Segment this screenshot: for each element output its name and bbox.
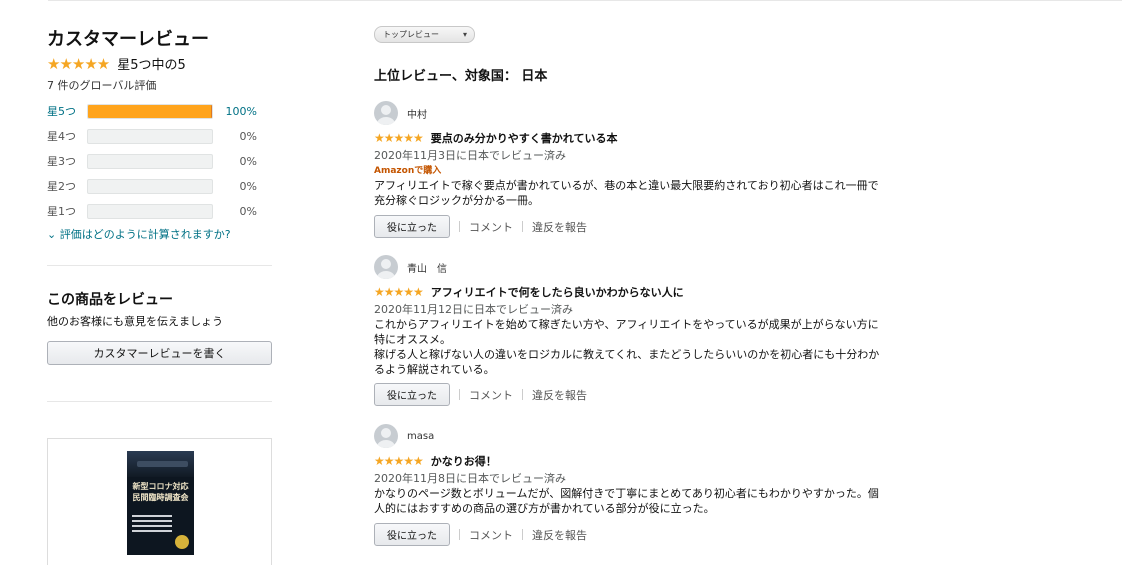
review-actions: 役に立った コメント 違反を報告: [374, 383, 587, 406]
histogram-row-1: 星1つ 0%: [47, 203, 262, 219]
reviewer-name: masa: [407, 430, 435, 442]
comment-link[interactable]: コメント: [469, 219, 513, 235]
review-date: 2020年11月8日に日本でレビュー済み: [374, 472, 566, 485]
histogram-row-5[interactable]: 星5つ 100%: [47, 103, 262, 119]
top-divider: [48, 0, 1122, 1]
product-cover-image[interactable]: 新型コロナ対応 民間臨時調査会: [127, 451, 194, 555]
chevron-down-icon: ▾: [462, 30, 467, 39]
histogram-label: 星1つ: [47, 205, 76, 218]
sort-dropdown[interactable]: トップレビュー ▾: [374, 26, 475, 43]
review-body: アフィリエイトで稼ぐ要点が書かれているが、巷の本と違い最大限要約されており初心者…: [374, 179, 879, 207]
section-divider: [47, 265, 272, 266]
section-divider: [47, 401, 272, 402]
histogram-row-2: 星2つ 0%: [47, 178, 262, 194]
review-body: これからアフィリエイトを始めて稼ぎたい方や、アフィリエイトをやっているが成果が上…: [374, 318, 880, 376]
star-rating-icon: ★★★★★: [47, 54, 110, 73]
histogram-percent: 100%: [225, 104, 257, 118]
sort-selected-value: トップレビュー: [383, 30, 439, 39]
histogram-percent: 0%: [239, 154, 257, 168]
review-date: 2020年11月12日に日本でレビュー済み: [374, 303, 573, 316]
action-separator: [459, 389, 460, 400]
report-abuse-link[interactable]: 違反を報告: [532, 219, 587, 235]
reviewer-name: 中村: [407, 109, 427, 121]
avatar-icon: [374, 255, 398, 279]
cover-title: 新型コロナ対応 民間臨時調査会: [132, 481, 189, 502]
review-headline[interactable]: ★★★★★ かなりお得！: [374, 453, 497, 469]
cover-seal-icon: [175, 535, 189, 549]
write-review-title: この商品をレビュー: [47, 292, 173, 308]
helpful-button[interactable]: 役に立った: [374, 523, 450, 546]
comment-link[interactable]: コメント: [469, 527, 513, 543]
verified-purchase-badge: Amazonで購入: [374, 166, 442, 176]
star-rating-icon: ★★★★★: [374, 131, 424, 145]
overall-rating[interactable]: ★★★★★ 星5つ中の5: [47, 54, 186, 74]
histogram-bar-fill: [88, 104, 212, 118]
star-rating-icon: ★★★★★: [374, 285, 424, 299]
review-body: かなりのページ数とボリュームだが、図解付きで丁寧にまとめてあり初心者にもわかりや…: [374, 487, 879, 515]
global-rating-count: 7 件のグローバル評価: [47, 79, 157, 92]
histogram-bar: [87, 203, 213, 219]
report-abuse-link[interactable]: 違反を報告: [532, 387, 587, 403]
review-title: かなりお得！: [430, 455, 497, 468]
histogram-bar: [87, 103, 213, 119]
review-headline[interactable]: ★★★★★ アフィリエイトで何をしたら良いかわからない人に: [374, 284, 684, 300]
histogram-percent: 0%: [239, 204, 257, 218]
histogram-label: 星4つ: [47, 130, 76, 143]
action-separator: [522, 221, 523, 232]
action-separator: [522, 529, 523, 540]
histogram-row-4: 星4つ 0%: [47, 128, 262, 144]
star-rating-icon: ★★★★★: [374, 454, 424, 468]
customer-reviews-title: カスタマーレビュー: [47, 29, 209, 50]
action-separator: [459, 529, 460, 540]
histogram-bar: [87, 153, 213, 169]
histogram-percent: 0%: [239, 129, 257, 143]
comment-link[interactable]: コメント: [469, 387, 513, 403]
helpful-button[interactable]: 役に立った: [374, 215, 450, 238]
histogram-row-3: 星3つ 0%: [47, 153, 262, 169]
overall-rating-text: 星5つ中の5: [117, 58, 186, 73]
avatar-icon: [374, 424, 398, 448]
review-date: 2020年11月3日に日本でレビュー済み: [374, 149, 566, 162]
histogram-percent: 0%: [239, 179, 257, 193]
reviewer-profile[interactable]: 青山 信: [374, 255, 447, 279]
reviewer-profile[interactable]: masa: [374, 424, 434, 448]
histogram-label: 星5つ: [47, 105, 76, 118]
reviewer-profile[interactable]: 中村: [374, 101, 427, 125]
review-actions: 役に立った コメント 違反を報告: [374, 523, 587, 546]
cover-text-lines: [132, 515, 172, 535]
report-abuse-link[interactable]: 違反を報告: [532, 527, 587, 543]
cover-photo: [127, 451, 194, 477]
review-title: 要点のみ分かりやすく書かれている本: [430, 132, 618, 145]
review-headline[interactable]: ★★★★★ 要点のみ分かりやすく書かれている本: [374, 130, 617, 146]
histogram-bar: [87, 178, 213, 194]
write-review-button[interactable]: カスタマーレビューを書く: [47, 341, 272, 365]
action-separator: [459, 221, 460, 232]
action-separator: [522, 389, 523, 400]
histogram-label: 星3つ: [47, 155, 76, 168]
review-title: アフィリエイトで何をしたら良いかわからない人に: [430, 286, 684, 299]
histogram-bar: [87, 128, 213, 144]
review-actions: 役に立った コメント 違反を報告: [374, 215, 587, 238]
how-ratings-calculated-link[interactable]: ⌄ 評価はどのように計算されますか?: [47, 226, 231, 242]
reviewer-name: 青山 信: [407, 263, 447, 275]
helpful-button[interactable]: 役に立った: [374, 383, 450, 406]
avatar-icon: [374, 101, 398, 125]
top-reviews-heading: 上位レビュー、対象国： 日本: [374, 69, 548, 84]
histogram-label: 星2つ: [47, 180, 76, 193]
product-ad-box[interactable]: 新型コロナ対応 民間臨時調査会: [47, 438, 272, 565]
write-review-subtitle: 他のお客様にも意見を伝えましょう: [47, 315, 223, 328]
